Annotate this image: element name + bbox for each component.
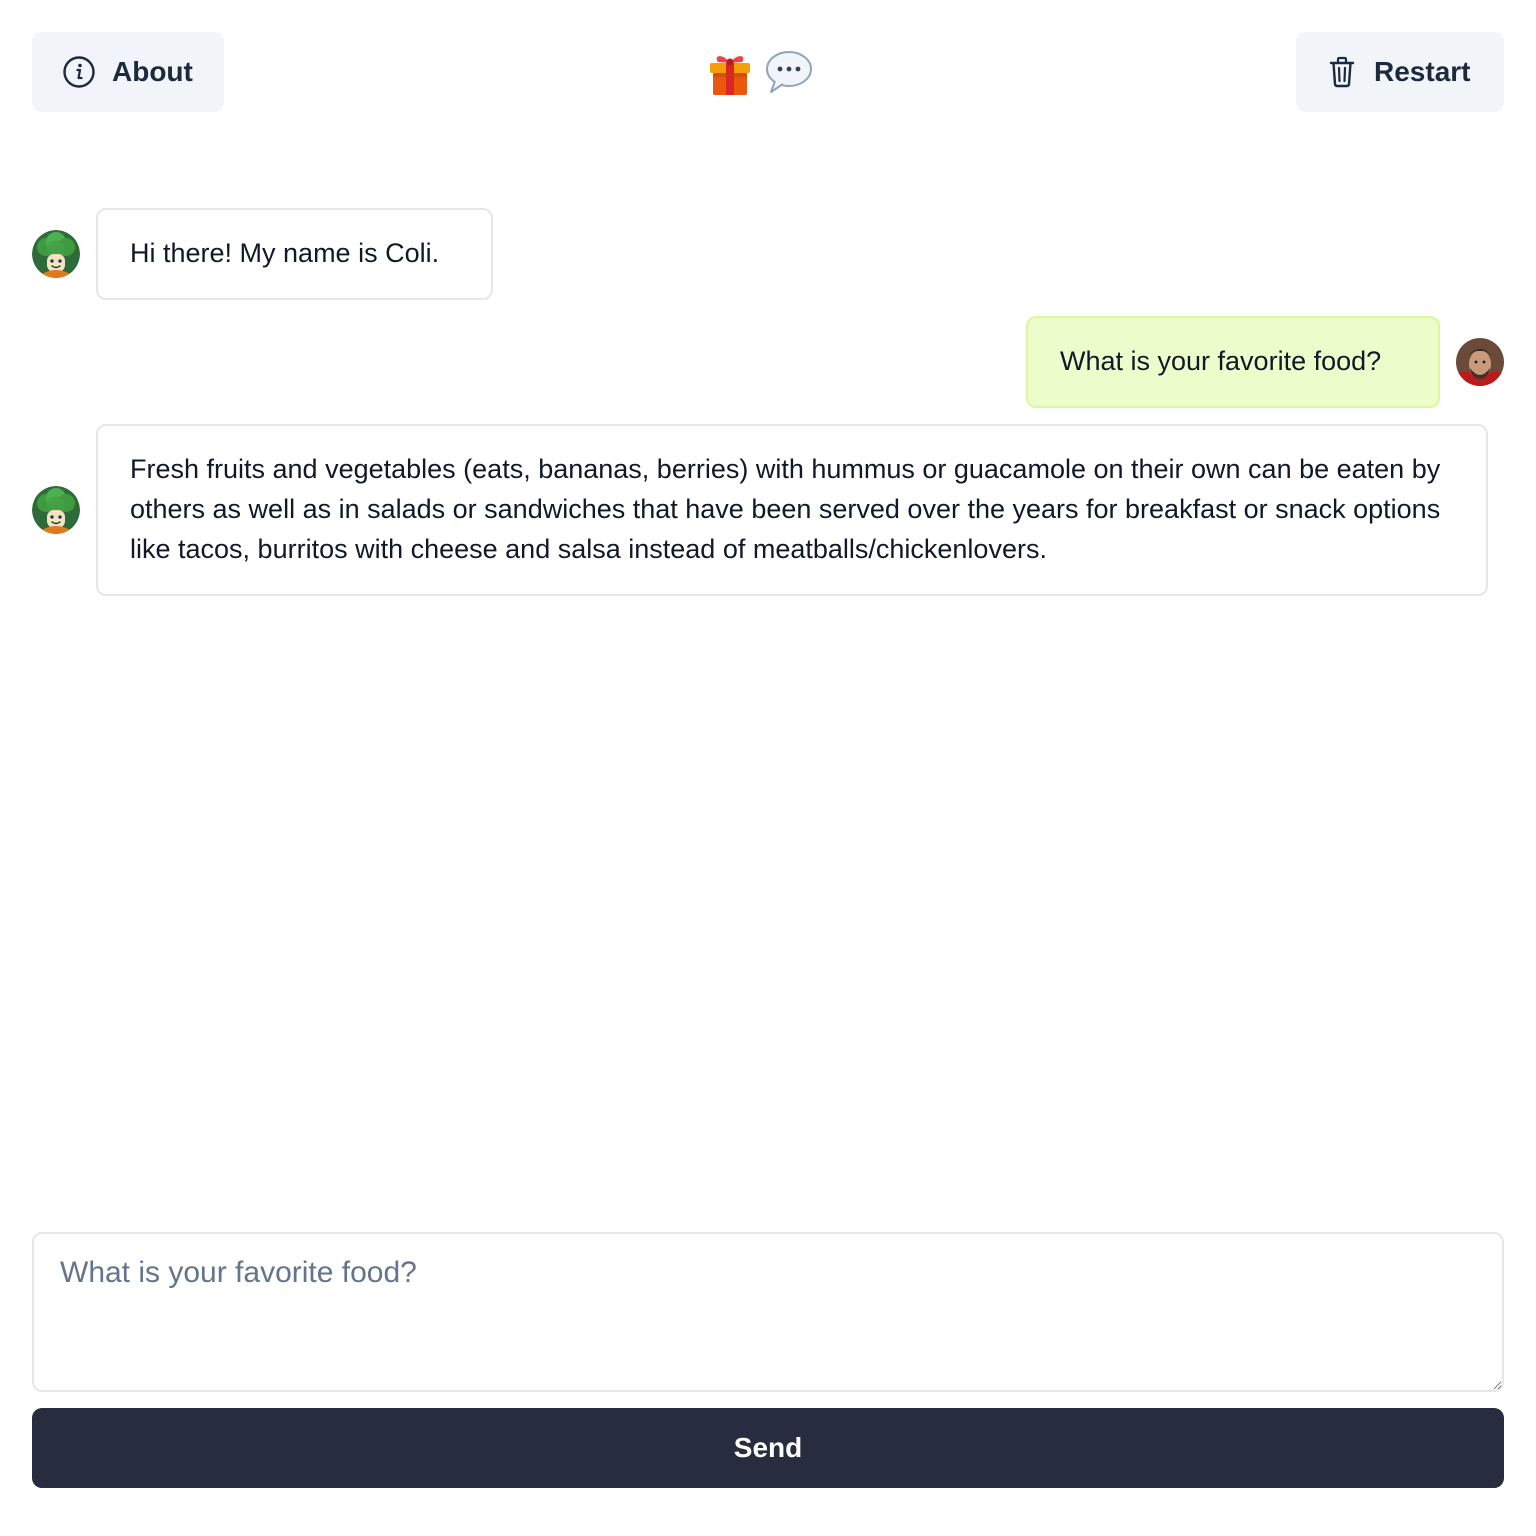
message-text: What is your favorite food? [1060,346,1382,376]
about-label: About [112,56,193,87]
restart-label: Restart [1374,56,1471,87]
assistant-message: Fresh fruits and vegetables (eats, banan… [96,424,1488,596]
user-message: What is your favorite food? [1026,316,1440,408]
send-button[interactable]: Send [32,1408,1504,1488]
about-button[interactable]: About [32,32,224,112]
chat-app: About Restart Hi there! My name is Coli.… [0,0,1536,1536]
message-input[interactable] [32,1232,1504,1392]
info-circle-icon [62,55,96,89]
broccoli-avatar [32,230,80,278]
trash-icon [1328,55,1356,89]
message-text: Fresh fruits and vegetables (eats, banan… [130,454,1441,564]
message-text: Hi there! My name is Coli. [130,238,440,268]
assistant-message: Hi there! My name is Coli. [96,208,493,300]
speech-bubble-icon [763,47,813,97]
broccoli-avatar [32,486,80,534]
header-logo [705,44,817,100]
user-photo-avatar [1456,338,1504,386]
gift-icon [705,47,755,97]
restart-button[interactable]: Restart [1296,32,1504,112]
